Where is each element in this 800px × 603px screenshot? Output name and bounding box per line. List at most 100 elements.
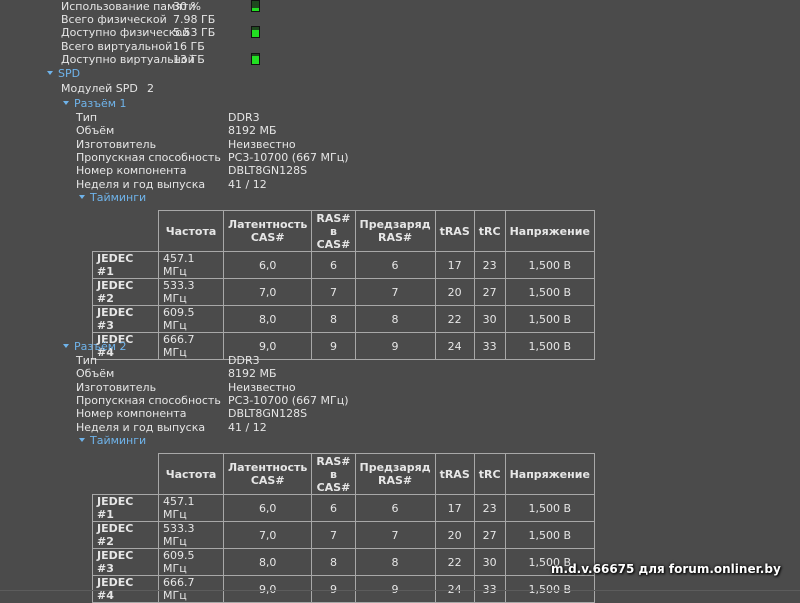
slot-property-value: Неизвестно bbox=[228, 137, 296, 151]
memory-usage-bar-fill bbox=[252, 55, 259, 64]
expand-triangle-icon[interactable] bbox=[79, 438, 85, 442]
timings-row-header: JEDEC #4 bbox=[92, 575, 159, 603]
slot-property-value: 8192 МБ bbox=[228, 367, 277, 381]
expand-triangle-icon[interactable] bbox=[47, 71, 53, 75]
timings-column-header: Напряжение bbox=[504, 210, 595, 252]
slot-property-row: Неделя и год выпуска 41 / 12 bbox=[76, 421, 376, 434]
expand-triangle-icon[interactable] bbox=[63, 344, 69, 348]
slot-property-value: 8192 МБ bbox=[228, 124, 277, 138]
memory-label: Всего виртуальной bbox=[61, 40, 173, 53]
slot-property-label: Тип bbox=[76, 354, 98, 367]
expand-triangle-icon[interactable] bbox=[63, 101, 69, 105]
timings-cell: 30 bbox=[473, 305, 506, 333]
timings-cell: 1,500 В bbox=[504, 332, 595, 360]
timings-header-row: Частота Латентность CAS# RAS# в CAS# Предза… bbox=[93, 210, 595, 252]
memory-row: Всего виртуальной 16 ГБ bbox=[61, 40, 261, 53]
watermark: m.d.v.66675 для forum.onliner.by bbox=[551, 562, 781, 576]
timings-cell: 33 bbox=[473, 575, 506, 603]
slot-toggle[interactable]: Разъём 2 bbox=[63, 340, 127, 353]
slot-property-row: Изготовитель Неизвестно bbox=[76, 381, 376, 394]
timings-cell: 457.1 МГц bbox=[158, 251, 224, 279]
timings-cell: 20 bbox=[434, 278, 475, 306]
bottom-divider bbox=[0, 590, 800, 591]
timings-column-header: RAS# в CAS# bbox=[311, 210, 356, 252]
slot-property-value: DBLT8GN128S bbox=[228, 407, 308, 421]
memory-label: Всего физической bbox=[61, 13, 167, 26]
memory-value: 30 % bbox=[173, 0, 201, 13]
timings-column-header: tRC bbox=[473, 210, 506, 252]
memory-value: 5.53 ГБ bbox=[173, 26, 216, 39]
slot-property-value: DDR3 bbox=[228, 354, 260, 367]
memory-value: 7.98 ГБ bbox=[173, 13, 216, 26]
expand-triangle-icon[interactable] bbox=[79, 195, 85, 199]
spd-modules-label: Модулей SPD bbox=[61, 82, 138, 95]
timings-cell: 8,0 bbox=[222, 305, 313, 333]
timings-row-header: JEDEC #3 bbox=[92, 305, 159, 333]
timings-cell: 27 bbox=[473, 521, 506, 549]
timings-toggle[interactable]: Тайминги bbox=[79, 434, 146, 447]
timings-cell: 7 bbox=[311, 521, 356, 549]
memory-row: Доступно физической 5.53 ГБ bbox=[61, 26, 261, 39]
memory-row: Доступно виртуальной 13 ГБ bbox=[61, 53, 261, 66]
memory-usage-bar-fill bbox=[252, 30, 259, 37]
timings-table: Частота Латентность CAS# RAS# в CAS# Предза… bbox=[92, 453, 595, 603]
slot-property-label: Номер компонента bbox=[76, 164, 187, 178]
timings-cell: 609.5 МГц bbox=[158, 305, 224, 333]
slot-property-row: Объём 8192 МБ bbox=[76, 367, 376, 380]
slot-property-label: Изготовитель bbox=[76, 380, 157, 394]
slot-toggle[interactable]: Разъём 1 bbox=[63, 97, 127, 110]
timings-column-header: tRC bbox=[473, 453, 506, 495]
timings-cell: 1,500 В bbox=[504, 575, 595, 603]
timings-cell: 8 bbox=[311, 548, 356, 576]
timings-row-header: JEDEC #1 bbox=[92, 494, 159, 522]
timings-cell: 666.7 МГц bbox=[158, 575, 224, 603]
timings-cell: 7 bbox=[311, 278, 356, 306]
timings-toggle[interactable]: Тайминги bbox=[79, 191, 146, 204]
timings-cell: 20 bbox=[434, 521, 475, 549]
slot-property-row: Номер компонента DBLT8GN128S bbox=[76, 164, 376, 177]
slot-property-label: Неделя и год выпуска bbox=[76, 420, 206, 434]
timings-row-header: JEDEC #3 bbox=[92, 548, 159, 576]
timings-cell: 6 bbox=[311, 251, 356, 279]
timings-cell: 457.1 МГц bbox=[158, 494, 224, 522]
spd-section-toggle[interactable]: SPD bbox=[47, 67, 80, 80]
timings-cell: 33 bbox=[473, 332, 506, 360]
slot-property-value: 41 / 12 bbox=[228, 177, 267, 191]
timings-cell: 8 bbox=[354, 548, 436, 576]
slot-property-value: DDR3 bbox=[228, 111, 260, 124]
timings-cell: 9 bbox=[354, 575, 436, 603]
timings-table: Частота Латентность CAS# RAS# в CAS# Предза… bbox=[92, 210, 595, 360]
memory-value: 13 ГБ bbox=[173, 53, 205, 66]
slot-property-label: Номер компонента bbox=[76, 407, 187, 421]
timings-cell: 23 bbox=[473, 494, 506, 522]
timings-cell: 1,500 В bbox=[504, 251, 595, 279]
timings-cell: 9 bbox=[311, 575, 356, 603]
timings-row: JEDEC #2 533.3 МГц 7,0 7 7 20 27 1,500 В bbox=[92, 521, 595, 549]
slot-property-row: Пропускная способность PC3-10700 (667 МГц… bbox=[76, 394, 376, 407]
timings-toggle-label: Тайминги bbox=[90, 191, 147, 204]
slot-property-label: Изготовитель bbox=[76, 137, 157, 151]
timings-column-header: Латентность CAS# bbox=[222, 210, 313, 252]
slot-toggle-label: Разъём 2 bbox=[74, 340, 127, 353]
timings-cell: 1,500 В bbox=[504, 305, 595, 333]
slot-property-label: Пропускная способность bbox=[76, 393, 221, 407]
timings-cell: 22 bbox=[434, 548, 475, 576]
spd-modules-value: 2 bbox=[147, 82, 154, 95]
timings-cell: 8 bbox=[311, 305, 356, 333]
timings-cell: 9,0 bbox=[222, 575, 313, 603]
timings-row: JEDEC #3 609.5 МГц 8,0 8 8 22 30 1,500 В bbox=[92, 548, 595, 576]
timings-cell: 533.3 МГц bbox=[158, 521, 224, 549]
timings-column-header: tRAS bbox=[434, 453, 475, 495]
timings-cell: 7,0 bbox=[222, 521, 313, 549]
timings-cell: 22 bbox=[434, 305, 475, 333]
timings-header-row: Частота Латентность CAS# RAS# в CAS# Предза… bbox=[93, 453, 595, 495]
slot-property-row: Пропускная способность PC3-10700 (667 МГц… bbox=[76, 151, 376, 164]
slot-property-label: Пропускная способность bbox=[76, 150, 221, 164]
timings-cell: 23 bbox=[473, 251, 506, 279]
slot-property-value: DBLT8GN128S bbox=[228, 164, 308, 178]
timings-cell: 533.3 МГц bbox=[158, 278, 224, 306]
timings-row: JEDEC #1 457.1 МГц 6,0 6 6 17 23 1,500 В bbox=[92, 494, 595, 522]
memory-usage-bar bbox=[251, 53, 260, 65]
timings-column-header: Латентность CAS# bbox=[222, 453, 313, 495]
timings-row: JEDEC #1 457.1 МГц 6,0 6 6 17 23 1,500 В bbox=[92, 251, 595, 279]
